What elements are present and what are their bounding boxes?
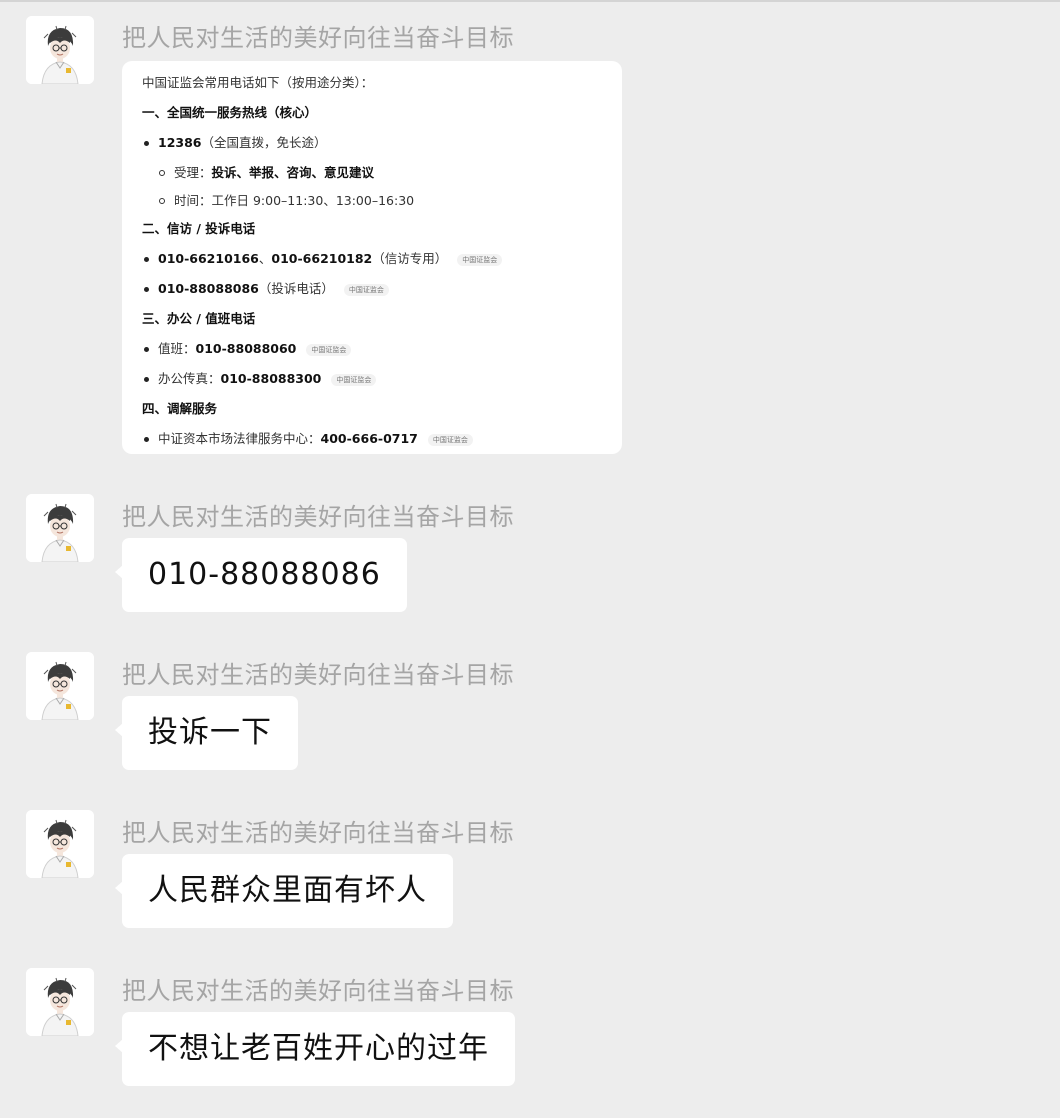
anime-boy-avatar-icon (26, 810, 94, 878)
message-text: 010-88088086 (148, 557, 381, 592)
fax-label: 办公传真： (158, 371, 221, 386)
card-heading-3: 三、办公 / 值班电话 (142, 311, 256, 326)
avatar[interactable] (26, 968, 94, 1036)
avatar[interactable] (26, 810, 94, 878)
top-divider (0, 0, 1060, 5)
duty-number[interactable]: 010-88088060 (196, 341, 297, 356)
complaint-note: （投诉电话） (258, 281, 334, 296)
hotline-number[interactable]: 12386 (158, 135, 202, 150)
anime-boy-avatar-icon (26, 968, 94, 1036)
duty-label: 值班： (158, 341, 196, 356)
card-subitem-time: 时间：工作日 9:00–11:30、13:00–16:30 (142, 193, 602, 221)
sender-name: 把人民对生活的美好向往当奋斗目标 (122, 819, 514, 847)
petition-number-2[interactable]: 010-66210182 (271, 251, 372, 266)
card-heading-4: 四、调解服务 (142, 401, 218, 416)
source-tag[interactable]: 中国证监会 (343, 284, 389, 296)
anime-boy-avatar-icon (26, 652, 94, 720)
card-item-fax: 办公传真：010-88088300 中国证监会 (142, 371, 602, 401)
avatar[interactable] (26, 16, 94, 84)
message-bubble[interactable]: 010-88088086 (115, 538, 407, 612)
mediation-number[interactable]: 400-666-0717 (321, 431, 418, 446)
petition-separator: 、 (258, 251, 272, 266)
message-bubble[interactable]: 投诉一下 (115, 696, 298, 770)
fax-number[interactable]: 010-88088300 (221, 371, 322, 386)
anime-boy-avatar-icon (26, 494, 94, 562)
card-item-duty: 值班：010-88088060 中国证监会 (142, 341, 602, 371)
petition-number-1[interactable]: 010-66210166 (158, 251, 259, 266)
accept-value: 投诉、举报、咨询、意见建议 (211, 165, 375, 180)
card-item-complaint: 010-88088086（投诉电话） 中国证监会 (142, 281, 602, 311)
avatar[interactable] (26, 652, 94, 720)
complaint-number[interactable]: 010-88088086 (158, 281, 259, 296)
message-bubble[interactable]: 不想让老百姓开心的过年 (115, 1012, 515, 1086)
source-tag[interactable]: 中国证监会 (306, 344, 352, 356)
sender-name: 把人民对生活的美好向往当奋斗目标 (122, 977, 514, 1005)
source-tag[interactable]: 中国证监会 (331, 374, 377, 386)
message-text: 投诉一下 (148, 715, 272, 750)
anime-boy-avatar-icon (26, 16, 94, 84)
time-text: 时间：工作日 9:00–11:30、13:00–16:30 (174, 193, 415, 208)
accept-label: 受理： (174, 165, 212, 180)
card-intro: 中国证监会常用电话如下（按用途分类）： (142, 75, 374, 90)
card-item-hotline: 12386（全国直拨，免长途） (142, 135, 602, 165)
sender-name: 把人民对生活的美好向往当奋斗目标 (122, 661, 514, 689)
card-heading-2: 二、信访 / 投诉电话 (142, 221, 256, 236)
card-item-mediation: 中证资本市场法律服务中心：400-666-0717 中国证监会 (142, 431, 602, 461)
info-card[interactable]: 中国证监会常用电话如下（按用途分类）： 一、全国统一服务热线（核心） 12386… (122, 61, 622, 454)
petition-note: （信访专用） (372, 251, 448, 266)
source-tag[interactable]: 中国证监会 (457, 254, 503, 266)
source-tag[interactable]: 中国证监会 (427, 434, 473, 446)
message-text: 不想让老百姓开心的过年 (148, 1031, 489, 1066)
avatar[interactable] (26, 494, 94, 562)
mediation-label: 中证资本市场法律服务中心： (158, 431, 321, 446)
hotline-note: （全国直拨，免长途） (201, 135, 327, 150)
sender-name: 把人民对生活的美好向往当奋斗目标 (122, 24, 514, 52)
message-bubble[interactable]: 人民群众里面有坏人 (115, 854, 453, 928)
card-heading-1: 一、全国统一服务热线（核心） (142, 105, 318, 120)
sender-name: 把人民对生活的美好向往当奋斗目标 (122, 503, 514, 531)
card-subitem-accept: 受理：投诉、举报、咨询、意见建议 (142, 165, 602, 193)
card-item-petition: 010-66210166、010-66210182（信访专用） 中国证监会 (142, 251, 602, 281)
message-text: 人民群众里面有坏人 (148, 873, 427, 908)
